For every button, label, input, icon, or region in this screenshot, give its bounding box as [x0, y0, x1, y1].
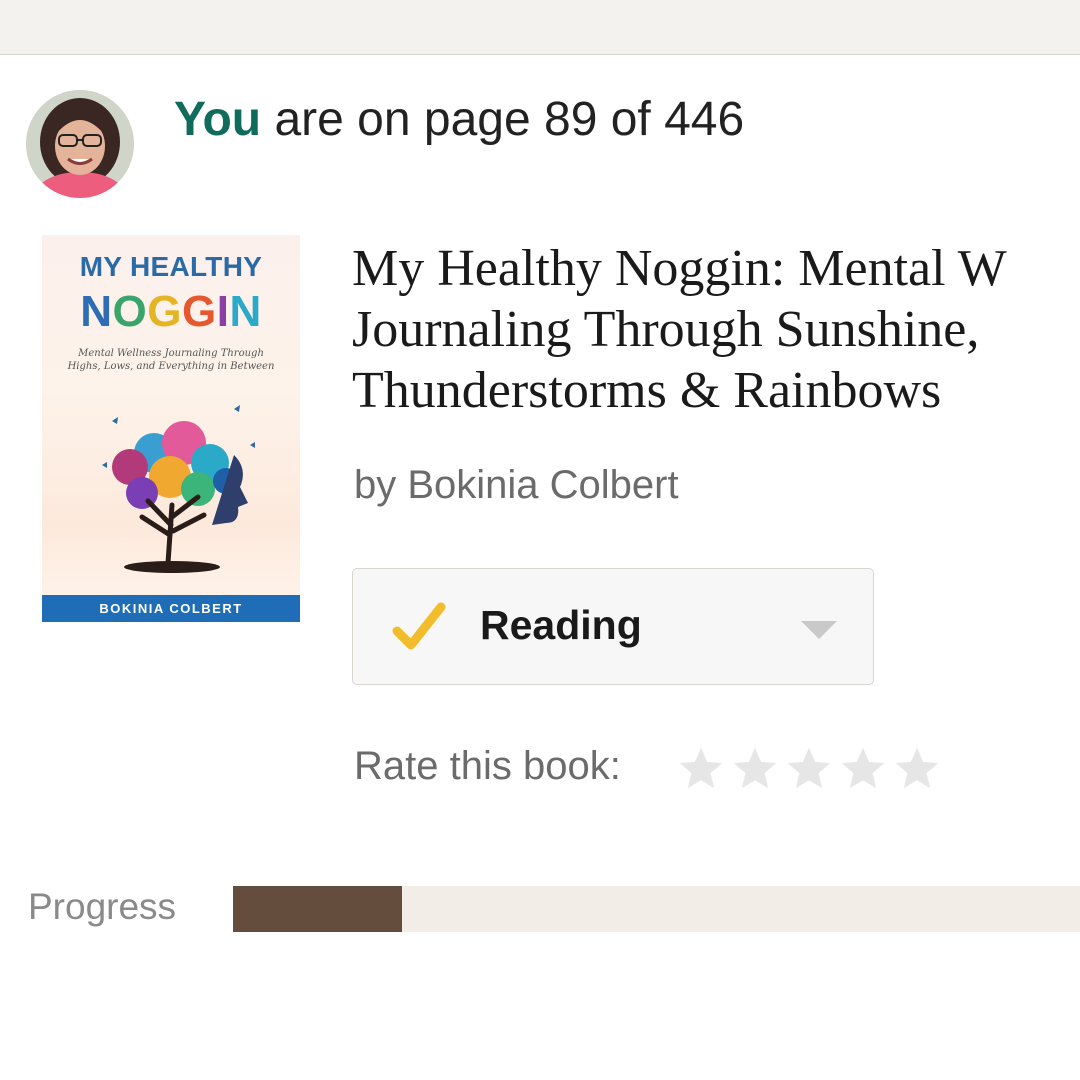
cover-letter: I [216, 287, 230, 336]
cover-subtitle: Mental Wellness Journaling Through Highs… [67, 348, 275, 372]
shelf-status-dropdown[interactable]: Reading [352, 568, 874, 685]
star-icon[interactable] [892, 744, 942, 794]
book-title-line: Thunderstorms & Rainbows [352, 362, 942, 419]
star-icon[interactable] [838, 744, 888, 794]
reading-status-text: You are on page 89 of 446 [174, 92, 744, 147]
author-line[interactable]: by Bokinia Colbert [354, 463, 679, 508]
rate-label: Rate this book: [354, 744, 621, 788]
book-title[interactable]: My Healthy Noggin: Mental W Journaling T… [352, 238, 1080, 421]
book-cover[interactable]: MY HEALTHY NOGGIN Mental Wellness Journa… [42, 235, 300, 622]
shelf-status-label: Reading [480, 602, 642, 648]
cover-letter: G [182, 287, 217, 336]
star-icon[interactable] [730, 744, 780, 794]
cover-letter: O [112, 287, 148, 336]
cover-letter: N [80, 287, 113, 336]
page-progress-text: are on page 89 of 446 [274, 93, 745, 146]
check-icon [392, 602, 446, 650]
book-title-line: Journaling Through Sunshine, [352, 301, 980, 358]
book-title-line: My Healthy Noggin: Mental W [352, 240, 1007, 297]
cover-letter: G [147, 287, 182, 336]
star-rating[interactable] [676, 742, 956, 796]
cover-title-line2: NOGGIN [42, 287, 300, 337]
cover-illustration [102, 405, 255, 573]
cover-title-line1: MY HEALTHY [79, 251, 263, 282]
top-bar [0, 0, 1080, 55]
progress-bar [233, 886, 1080, 932]
progress-label: Progress [28, 886, 177, 927]
cover-letter: N [229, 287, 262, 336]
you-link[interactable]: You [174, 93, 261, 146]
chevron-down-icon[interactable] [801, 621, 837, 639]
progress-fill [233, 886, 402, 932]
star-icon[interactable] [676, 744, 726, 794]
star-icon[interactable] [784, 744, 834, 794]
avatar[interactable] [26, 90, 134, 198]
cover-author-band: BOKINIA COLBERT [42, 595, 300, 622]
avatar-image [26, 90, 134, 198]
